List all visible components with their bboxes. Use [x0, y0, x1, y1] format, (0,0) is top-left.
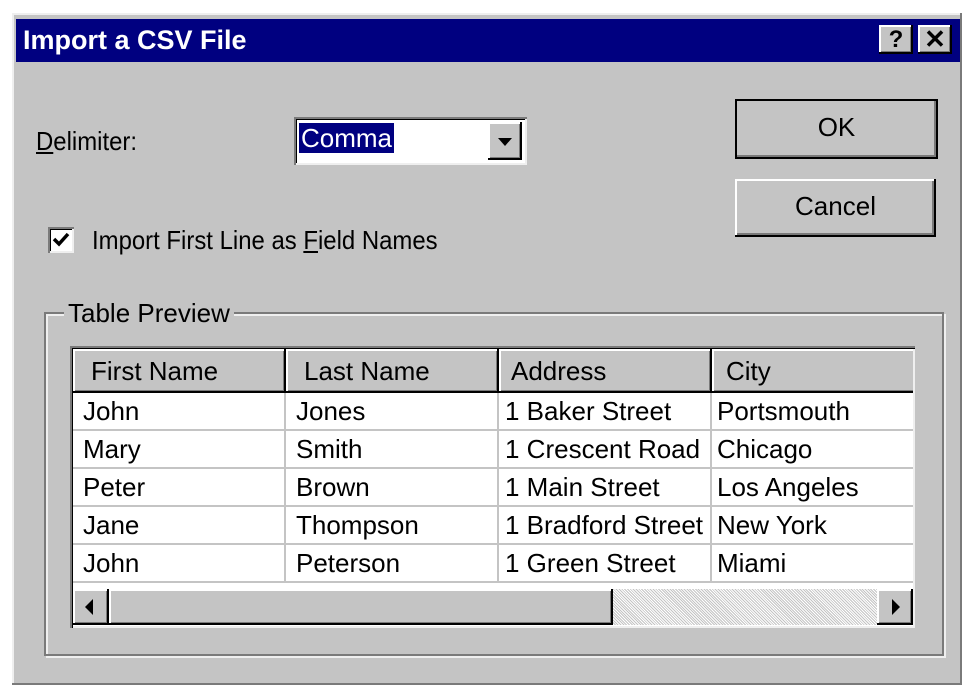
table-cell: Jane [73, 507, 286, 545]
title-bar[interactable]: Import a CSV File ? ✕ [16, 19, 960, 62]
scroll-left-icon[interactable] [73, 589, 109, 625]
column-header-first-name[interactable]: First Name [73, 349, 286, 393]
grid-viewport: First Name Last Name Address City John J… [73, 349, 913, 589]
table-cell: 1 Green Street [499, 545, 712, 583]
table-cell: 1 Main Street [499, 469, 712, 507]
table-cell: Peter [73, 469, 286, 507]
table-cell: Peterson [286, 545, 499, 583]
table-cell: John [73, 545, 286, 583]
table-cell: Brown [286, 469, 499, 507]
table-cell: Jones [286, 393, 499, 431]
help-button[interactable]: ? [879, 25, 913, 54]
scroll-right-icon[interactable] [877, 589, 913, 625]
cancel-button[interactable]: Cancel [735, 179, 936, 237]
table-cell: John [73, 393, 286, 431]
table-preview-label: Table Preview [64, 298, 234, 328]
close-icon: ✕ [924, 24, 946, 54]
chevron-down-icon[interactable] [488, 122, 522, 160]
import-first-line-mnemonic: F [303, 225, 318, 255]
import-first-line-label[interactable]: Import First Line as Field Names [92, 225, 438, 255]
ok-button[interactable]: OK [735, 99, 938, 159]
table-cell: Miami [712, 545, 913, 583]
delimiter-label-text: elimiter: [53, 126, 138, 156]
table-cell: 1 Baker Street [499, 393, 712, 431]
table-cell: Portsmouth [712, 393, 913, 431]
table-cell: Mary [73, 431, 286, 469]
column-header-address[interactable]: Address [499, 349, 712, 393]
delimiter-label: Delimiter: [36, 126, 137, 156]
delimiter-mnemonic: D [36, 126, 54, 156]
import-first-line-label-end: ield Names [317, 225, 438, 255]
table-cell: New York [712, 507, 913, 545]
table-cell: Chicago [712, 431, 913, 469]
checkmark-icon [52, 232, 70, 247]
delimiter-select[interactable]: Comma [294, 117, 527, 165]
table-preview-grid[interactable]: First Name Last Name Address City John J… [70, 346, 915, 628]
scrollbar-thumb[interactable] [109, 589, 613, 625]
horizontal-scrollbar[interactable] [73, 589, 913, 625]
dialog-title: Import a CSV File [23, 25, 247, 55]
import-csv-dialog: Import a CSV File ? ✕ Delimiter: Comma O… [12, 13, 962, 685]
table-cell: 1 Bradford Street [499, 507, 712, 545]
import-first-line-label-start: Import First Line as [92, 225, 304, 255]
table-cell: Smith [286, 431, 499, 469]
column-header-last-name[interactable]: Last Name [286, 349, 499, 393]
table-cell: Thompson [286, 507, 499, 545]
help-icon: ? [888, 26, 904, 53]
import-first-line-checkbox[interactable] [48, 227, 74, 253]
delimiter-selected-value: Comma [299, 123, 395, 153]
column-header-city[interactable]: City [712, 349, 913, 393]
close-button[interactable]: ✕ [918, 25, 952, 54]
table-cell: 1 Crescent Road [499, 431, 712, 469]
table-cell: Los Angeles [712, 469, 913, 507]
